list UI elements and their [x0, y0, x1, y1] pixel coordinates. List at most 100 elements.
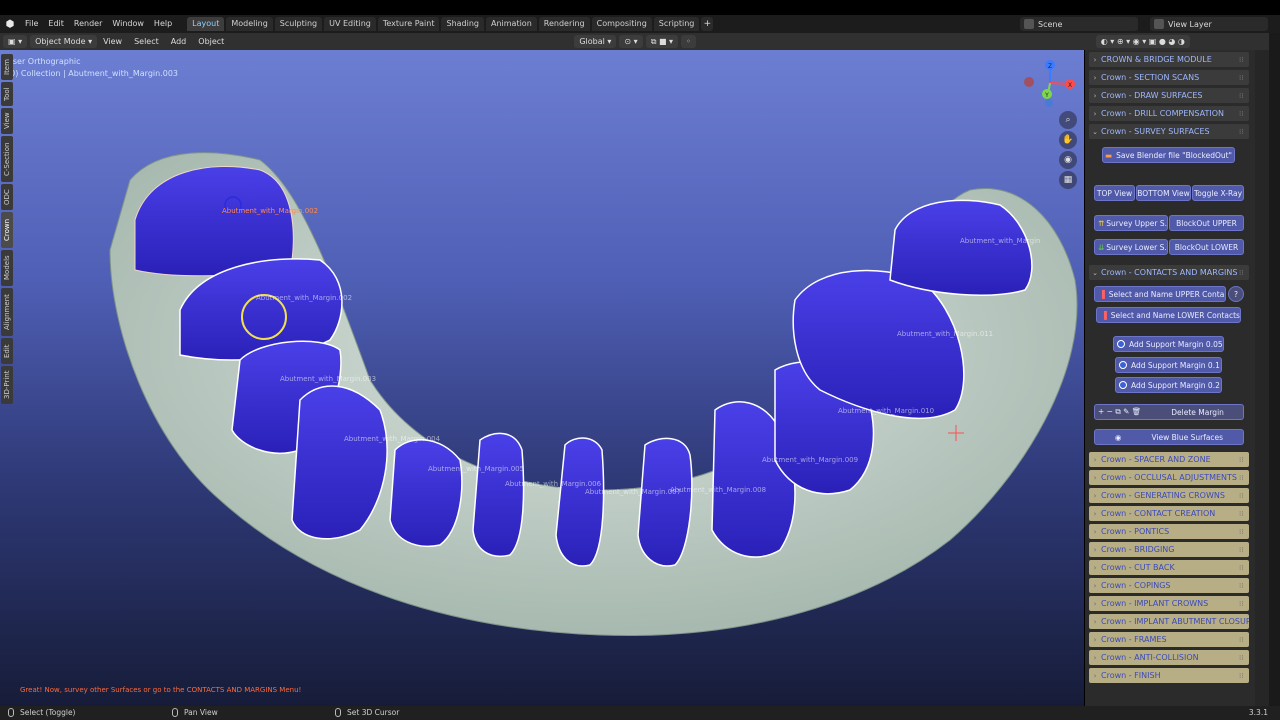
- drag-grip-icon[interactable]: ⁞⁞: [1239, 110, 1249, 118]
- section-frames[interactable]: › Crown - FRAMES ⁞⁞: [1089, 632, 1249, 647]
- section-contacts-and-margins[interactable]: ⌄ Crown - CONTACTS AND MARGINS ⁞⁞: [1089, 265, 1249, 280]
- menu-object[interactable]: Object: [192, 37, 230, 46]
- section-draw-surfaces[interactable]: › Crown - DRAW SURFACES ⁞⁞: [1089, 88, 1249, 103]
- bottom-view-button[interactable]: BOTTOM View: [1136, 185, 1191, 201]
- tab-shading[interactable]: Shading: [441, 17, 484, 31]
- section-crown-bridge-module[interactable]: › CROWN & BRIDGE MODULE ⁞⁞: [1089, 52, 1249, 67]
- section-survey-surfaces[interactable]: ⌄ Crown - SURVEY SURFACES ⁞⁞: [1089, 124, 1249, 139]
- survey-upper-button[interactable]: ⇈ Survey Upper S..: [1094, 215, 1168, 231]
- section-spacer-and-zone[interactable]: › Crown - SPACER AND ZONE ⁞⁞: [1089, 452, 1249, 467]
- tab-rendering[interactable]: Rendering: [538, 17, 590, 31]
- tab-texture-paint[interactable]: Texture Paint: [377, 17, 440, 31]
- menu-edit[interactable]: Edit: [43, 15, 69, 33]
- drag-grip-icon[interactable]: ⁞⁞: [1239, 564, 1249, 572]
- right-scroll-strip[interactable]: [1269, 33, 1280, 706]
- pivot-button[interactable]: ⊙ ▾: [619, 35, 643, 48]
- menu-add[interactable]: Add: [165, 37, 193, 46]
- view-blue-surfaces-button[interactable]: ◉ View Blue Surfaces: [1094, 429, 1244, 445]
- section-contact-creation[interactable]: › Crown - CONTACT CREATION ⁞⁞: [1089, 506, 1249, 521]
- tab-compositing[interactable]: Compositing: [591, 17, 652, 31]
- survey-lower-button[interactable]: ⇊ Survey Lower S..: [1094, 239, 1168, 255]
- mode-dropdown[interactable]: Object Mode ▾: [30, 35, 98, 48]
- drag-grip-icon[interactable]: ⁞⁞: [1239, 510, 1249, 518]
- tab-animation[interactable]: Animation: [485, 17, 537, 31]
- section-cut-back[interactable]: › Crown - CUT BACK ⁞⁞: [1089, 560, 1249, 575]
- menu-file[interactable]: File: [20, 15, 43, 33]
- section-implant-crowns[interactable]: › Crown - IMPLANT CROWNS ⁞⁞: [1089, 596, 1249, 611]
- tab-alignment[interactable]: Alignment: [1, 288, 13, 336]
- drag-grip-icon[interactable]: ⁞⁞: [1239, 269, 1249, 277]
- section-implant-abutment-closure[interactable]: › Crown - IMPLANT ABUTMENT CLOSURE: [1089, 614, 1249, 629]
- dental-scan-model[interactable]: [0, 50, 1084, 706]
- editor-type-button[interactable]: ▣ ▾: [3, 35, 28, 48]
- tab-scripting[interactable]: Scripting: [653, 17, 700, 31]
- abutment-molar-right[interactable]: [889, 199, 1033, 296]
- tab-sculpting[interactable]: Sculpting: [274, 17, 323, 31]
- scene-selector[interactable]: Scene: [1020, 17, 1138, 31]
- view-layer-selector[interactable]: View Layer: [1150, 17, 1268, 31]
- drag-grip-icon[interactable]: ⁞⁞: [1239, 56, 1249, 64]
- camera-icon[interactable]: ◉: [1059, 151, 1077, 169]
- section-drill-compensation[interactable]: › Crown - DRILL COMPENSATION ⁞⁞: [1089, 106, 1249, 121]
- abutment-005[interactable]: [389, 439, 463, 547]
- abutment-007[interactable]: [555, 437, 605, 567]
- section-generating-crowns[interactable]: › Crown - GENERATING CROWNS ⁞⁞: [1089, 488, 1249, 503]
- section-bridging[interactable]: › Crown - BRIDGING ⁞⁞: [1089, 542, 1249, 557]
- tab-item[interactable]: Item: [1, 54, 13, 80]
- tab-view[interactable]: View: [1, 108, 13, 134]
- tab-c-section[interactable]: C-Section: [1, 136, 13, 182]
- toggle-xray-button[interactable]: Toggle X-Ray: [1192, 185, 1244, 201]
- menu-view[interactable]: View: [97, 37, 128, 46]
- drag-grip-icon[interactable]: ⁞⁞: [1239, 474, 1249, 482]
- save-blockedout-button[interactable]: ▬ Save Blender file "BlockedOut": [1102, 147, 1235, 163]
- drag-grip-icon[interactable]: ⁞⁞: [1239, 600, 1249, 608]
- zoom-icon[interactable]: ⌕: [1059, 111, 1077, 129]
- add-support-margin-01-button[interactable]: Add Support Margin 0.1: [1115, 357, 1222, 373]
- section-anti-collision[interactable]: › Crown - ANTI-COLLISION ⁞⁞: [1089, 650, 1249, 665]
- select-lower-contacts-button[interactable]: ▐ Select and Name LOWER Contacts: [1096, 307, 1241, 323]
- navigation-gizmo[interactable]: X Z Y: [1020, 58, 1080, 108]
- add-workspace-button[interactable]: +: [701, 17, 714, 31]
- menu-render[interactable]: Render: [69, 15, 107, 33]
- tab-edit[interactable]: Edit: [1, 338, 13, 364]
- drag-grip-icon[interactable]: ⁞⁞: [1239, 582, 1249, 590]
- viewport-shading-buttons[interactable]: ◐ ▾ ⊕ ▾ ◉ ▾ ▣ ● ◕ ◑: [1095, 35, 1190, 48]
- tab-layout[interactable]: Layout: [187, 17, 225, 31]
- blender-logo-icon[interactable]: ⬢: [0, 15, 20, 33]
- section-finish[interactable]: › Crown - FINISH ⁞⁞: [1089, 668, 1249, 683]
- pan-hand-icon[interactable]: ✋: [1059, 131, 1077, 149]
- ortho-grid-icon[interactable]: ▦: [1059, 171, 1077, 189]
- snap-button[interactable]: ⧉ ■ ▾: [645, 35, 679, 48]
- drag-grip-icon[interactable]: ⁞⁞: [1239, 492, 1249, 500]
- add-support-margin-02-button[interactable]: Add Support Margin 0.2: [1115, 377, 1222, 393]
- drag-grip-icon[interactable]: ⁞⁞: [1239, 546, 1249, 554]
- abutment-006[interactable]: [472, 432, 525, 557]
- section-occlusal-adjustments[interactable]: › Crown - OCCLUSAL ADJUSTMENTS ⁞⁞: [1089, 470, 1249, 485]
- drag-grip-icon[interactable]: ⁞⁞: [1239, 128, 1249, 136]
- tab-models[interactable]: Models: [1, 250, 13, 286]
- drag-grip-icon[interactable]: ⁞⁞: [1239, 528, 1249, 536]
- menu-select[interactable]: Select: [128, 37, 165, 46]
- section-section-scans[interactable]: › Crown - SECTION SCANS ⁞⁞: [1089, 70, 1249, 85]
- transform-orientation-dropdown[interactable]: Global ▾: [574, 35, 617, 48]
- tab-odc[interactable]: ODC: [1, 184, 13, 210]
- blockout-upper-button[interactable]: BlockOut UPPER: [1169, 215, 1244, 231]
- delete-margin-button[interactable]: + − ⧉ ✎ 🗑 Delete Margin: [1094, 404, 1244, 420]
- drag-grip-icon[interactable]: ⁞⁞: [1239, 672, 1249, 680]
- tab-tool[interactable]: Tool: [1, 82, 13, 106]
- drag-grip-icon[interactable]: ⁞⁞: [1239, 74, 1249, 82]
- proportional-edit-button[interactable]: ◦: [681, 35, 696, 48]
- tab-crown[interactable]: Crown: [1, 212, 13, 248]
- help-button[interactable]: ?: [1228, 286, 1244, 302]
- blockout-lower-button[interactable]: BlockOut LOWER: [1169, 239, 1244, 255]
- tab-uv-editing[interactable]: UV Editing: [324, 17, 376, 31]
- tab-modeling[interactable]: Modeling: [226, 17, 273, 31]
- tab-3d-print[interactable]: 3D-Print: [1, 366, 13, 404]
- drag-grip-icon[interactable]: ⁞⁞: [1239, 636, 1249, 644]
- drag-grip-icon[interactable]: ⁞⁞: [1239, 654, 1249, 662]
- menu-help[interactable]: Help: [149, 15, 177, 33]
- add-support-margin-005-button[interactable]: Add Support Margin 0.05: [1113, 336, 1224, 352]
- drag-grip-icon[interactable]: ⁞⁞: [1239, 92, 1249, 100]
- 3d-viewport[interactable]: User Orthographic (0) Collection | Abutm…: [0, 50, 1084, 706]
- top-view-button[interactable]: TOP View: [1094, 185, 1135, 201]
